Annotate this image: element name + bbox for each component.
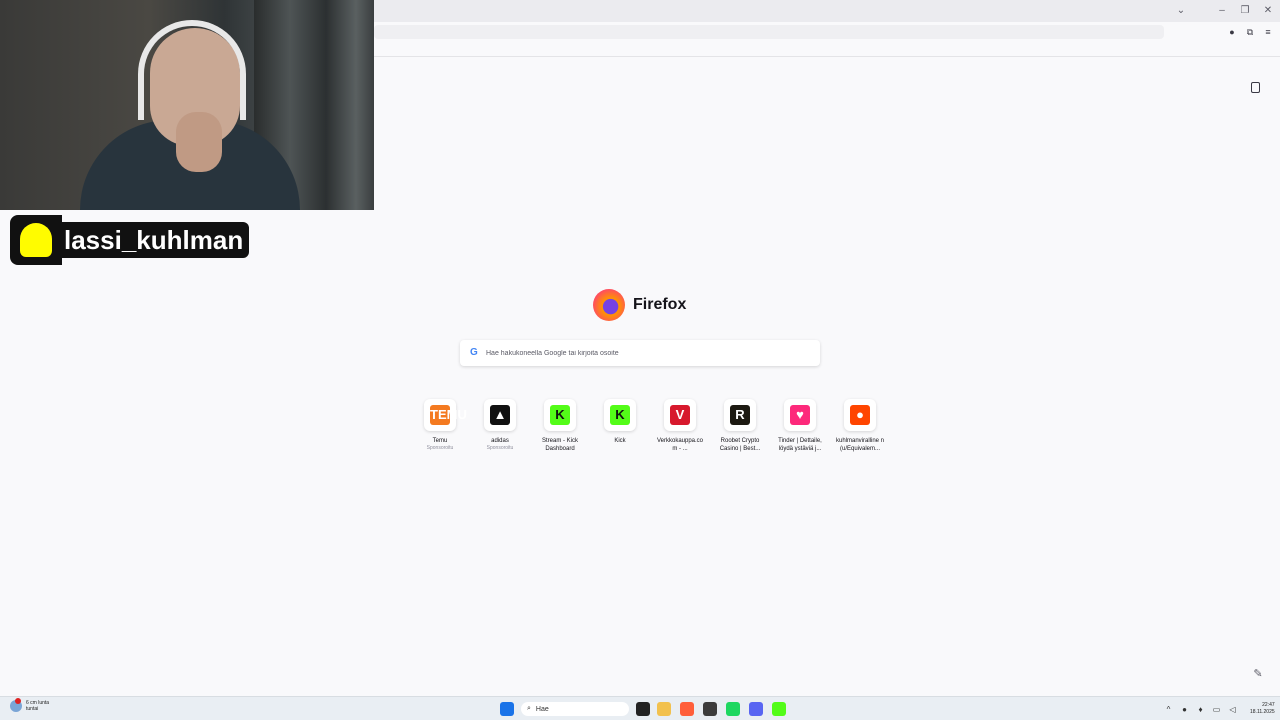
firefox-brand: Firefox (593, 289, 686, 321)
shortcut-tile[interactable]: V Verkkokauppa.co m - ... (650, 399, 710, 453)
shortcut-glyph: ▲ (490, 405, 510, 425)
menu-icon[interactable]: ≡ (1262, 26, 1274, 38)
show-hidden-icons-icon[interactable]: ^ (1164, 705, 1173, 714)
network-icon[interactable]: ▭ (1212, 705, 1221, 714)
brand-name: Firefox (633, 296, 687, 313)
snapchat-tag: lassi_kuhlman (10, 215, 250, 265)
taskbar: 6 cm lunta tuntai ⌕ Hae ^ ● ♦ ▭ ◁ 22:47 … (0, 696, 1280, 720)
microphone-icon[interactable]: ♦ (1196, 705, 1205, 714)
shortcut-tile[interactable]: ● kuhlmanviralline n (u/Equivalem... (830, 399, 890, 453)
list-tabs-icon[interactable]: ⌄ (1173, 3, 1189, 19)
shortcut-glyph: TEMU (430, 405, 467, 425)
taskbar-apps: ⌕ Hae (500, 700, 786, 718)
newtab-search[interactable]: G (460, 340, 820, 366)
search-input[interactable] (486, 344, 806, 362)
customize-pencil-icon[interactable]: ✎ (1248, 664, 1268, 684)
obs-icon[interactable] (703, 702, 717, 716)
volume-icon[interactable]: ◁ (1228, 705, 1237, 714)
snapchat-icon (10, 215, 62, 265)
shortcut-label: kuhlmanviralline n (u/Equivalem... (835, 438, 885, 452)
search-icon: ⌕ (527, 705, 531, 712)
shortcut-tile[interactable]: K Kick (590, 399, 650, 453)
shortcut-label: Verkkokauppa.co m - ... (656, 438, 704, 452)
start-icon[interactable] (500, 702, 514, 716)
shortcut-label: Temu (432, 438, 448, 444)
shortcut-tile[interactable]: R Roobet Crypto Casino | Best... (710, 399, 770, 453)
shortcut-label: Stream - Kick Dashboard (541, 438, 578, 452)
clock-date: 18.11.2025 (1250, 709, 1275, 715)
shortcut-tile[interactable]: K Stream - Kick Dashboard (530, 399, 590, 453)
top-sites: TEMU Temu Sponsoroitu ▲ adidas Sponsoroitu K St… (410, 399, 890, 453)
shortcut-label: Kick (614, 438, 626, 444)
shortcut-icon: ▲ (484, 399, 516, 431)
clock[interactable]: 22:47 18.11.2025 (1250, 702, 1275, 716)
shortcut-sponsored-label: Sponsoroitu (426, 445, 454, 451)
minimize-button[interactable]: – (1214, 3, 1230, 19)
taskbar-search[interactable]: ⌕ Hae (521, 702, 629, 716)
firefox-logo-icon (593, 289, 625, 321)
task-view-icon[interactable] (636, 702, 650, 716)
account-icon[interactable]: ● (1226, 26, 1238, 38)
shortcut-icon: ● (844, 399, 876, 431)
taskbar-search-label: Hae (535, 705, 549, 713)
url-bar[interactable] (374, 25, 1164, 39)
shortcut-icon: V (664, 399, 696, 431)
close-button[interactable]: ✕ (1260, 3, 1276, 19)
shortcut-glyph: ♥ (790, 405, 810, 425)
shortcut-icon: K (604, 399, 636, 431)
snapchat-username: lassi_kuhlman (62, 222, 250, 258)
shortcut-icon: ♥ (784, 399, 816, 431)
shortcut-glyph: ● (850, 405, 870, 425)
tray-app-icon[interactable]: ● (1180, 705, 1189, 714)
shortcut-glyph: R (730, 405, 750, 425)
google-icon: G (470, 347, 478, 358)
file-explorer-icon[interactable] (657, 702, 671, 716)
shortcut-label: adidas (491, 438, 509, 444)
extensions-icon[interactable]: ⧉ (1244, 26, 1256, 38)
shortcut-icon: TEMU (424, 399, 467, 431)
weather-subtext: tuntai (26, 706, 39, 712)
shortcut-icon: K (544, 399, 576, 431)
restore-button[interactable]: ❐ (1237, 3, 1253, 19)
mobile-bookmarks-icon[interactable] (1251, 82, 1260, 93)
spotify-icon[interactable] (726, 702, 740, 716)
weather-widget[interactable]: 6 cm lunta tuntai (10, 698, 49, 712)
webcam-headset (138, 20, 246, 120)
shortcut-tile[interactable]: ♥ Tinder | Dettaile, löydä ystäviä j... (770, 399, 830, 453)
clock-time: 22:47 (1262, 702, 1275, 708)
system-tray: ^ ● ♦ ▭ ◁ 22:47 18.11.2025 (1164, 700, 1275, 718)
webcam-person-hand (176, 112, 222, 172)
shortcut-tile[interactable]: TEMU Temu Sponsoroitu (410, 399, 470, 453)
discord-icon[interactable] (749, 702, 763, 716)
shortcut-label: Tinder | Dettaile, löydä ystäviä j... (778, 438, 822, 452)
shortcut-icon: R (724, 399, 756, 431)
weather-icon (10, 698, 22, 712)
shortcut-tile[interactable]: ▲ adidas Sponsoroitu (470, 399, 530, 453)
shortcut-glyph: K (550, 405, 570, 425)
shortcut-glyph: K (610, 405, 630, 425)
kick-taskbar-icon[interactable] (772, 702, 786, 716)
shortcut-sponsored-label: Sponsoroitu (486, 445, 514, 451)
webcam-overlay (0, 0, 374, 210)
shortcut-label: Roobet Crypto Casino | Best... (719, 438, 761, 452)
firefox-taskbar-icon[interactable] (680, 702, 694, 716)
shortcut-glyph: V (670, 405, 690, 425)
